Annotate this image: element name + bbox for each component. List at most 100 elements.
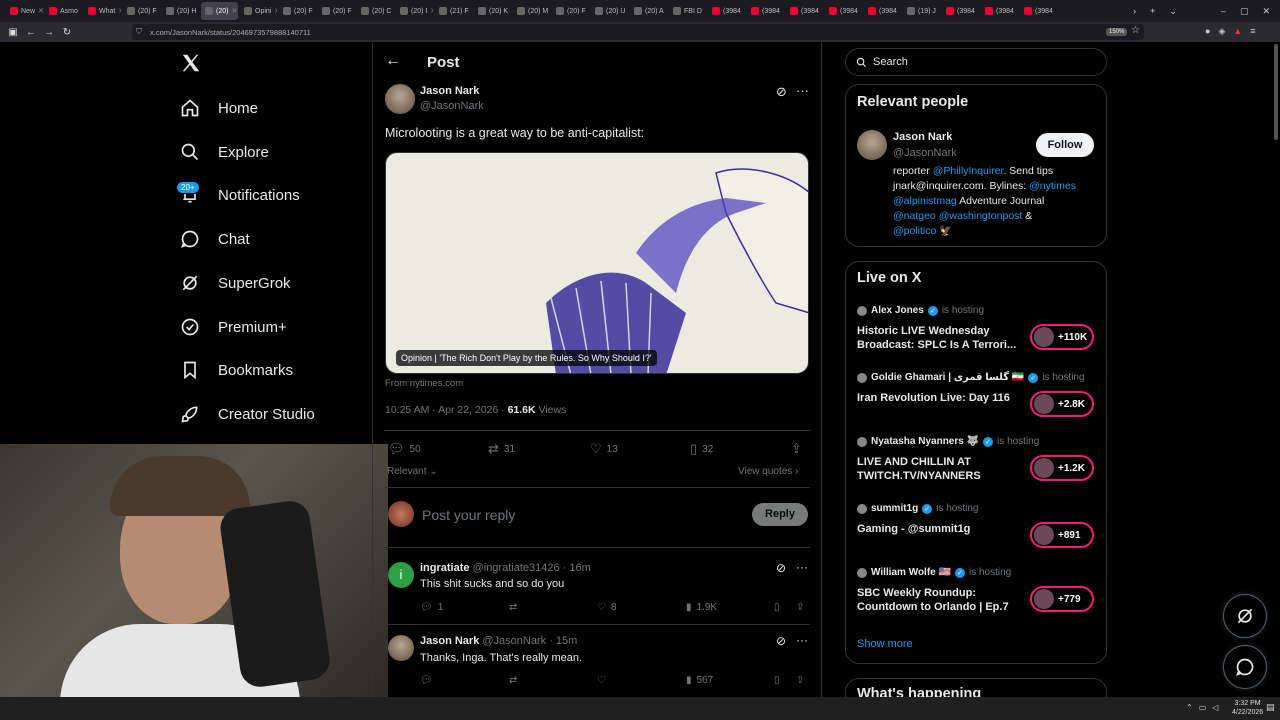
repost-action[interactable]: ⇄ <box>509 675 517 686</box>
sidebar-item-explore[interactable]: Explore <box>178 137 269 167</box>
reply-author-name[interactable]: Jason Nark <box>420 635 479 647</box>
avatar[interactable] <box>385 84 415 114</box>
more-icon[interactable]: ··· <box>796 560 808 574</box>
browser-tab[interactable]: Asmo✕ <box>45 2 82 20</box>
tab-close-icon[interactable]: ✕ <box>822 7 823 15</box>
bookmark-action[interactable]: ▯ <box>774 602 780 613</box>
reply-author-handle[interactable]: @ingratiate31426 <box>473 562 560 574</box>
reload-icon[interactable]: ↻ <box>58 27 76 38</box>
minimize-icon[interactable]: – <box>1221 6 1226 16</box>
browser-tab[interactable]: (20) A✕ <box>630 2 667 20</box>
reply-action[interactable]: 💬︎ 1 <box>420 602 443 613</box>
reply-input[interactable]: Post your reply <box>422 507 515 523</box>
tab-close-icon[interactable]: ✕ <box>939 7 940 15</box>
browser-tab[interactable]: (21) F✕ <box>435 2 472 20</box>
sidebar-item-creator-studio[interactable]: Creator Studio <box>178 399 315 429</box>
browser-tab[interactable]: (3984✕ <box>708 2 745 20</box>
tab-close-icon[interactable]: ✕ <box>118 7 121 15</box>
tab-list-icon[interactable]: ⌄ <box>1169 6 1177 17</box>
star-icon[interactable]: ☆ <box>1131 25 1140 36</box>
like-action[interactable]: ♡ <box>597 675 606 686</box>
forward-icon[interactable]: → <box>40 27 58 38</box>
bio-mention[interactable]: @washingtonpost <box>936 210 1023 222</box>
author-name[interactable]: Jason Nark <box>420 85 479 97</box>
more-icon[interactable]: ··· <box>796 83 809 98</box>
browser-tab[interactable]: (20) F✕ <box>318 2 355 20</box>
tab-close-icon[interactable]: ✕ <box>38 7 43 15</box>
tab-close-icon[interactable]: ✕ <box>1056 7 1057 15</box>
sidebar-item-chat[interactable]: Chat <box>178 224 250 254</box>
avatar[interactable] <box>388 635 414 661</box>
tab-close-icon[interactable]: ✕ <box>900 7 901 15</box>
bio-mention[interactable]: @alpinistmag <box>893 195 957 207</box>
network-icon[interactable]: ▭ <box>1199 703 1207 712</box>
back-icon[interactable]: ← <box>22 27 40 38</box>
like-action[interactable]: ♡ 8 <box>597 602 617 613</box>
tab-close-icon[interactable]: ✕ <box>231 7 237 15</box>
sidebar-toggle-icon[interactable]: ▣ <box>4 27 22 38</box>
more-icon[interactable]: ··· <box>796 633 808 647</box>
avatar[interactable]: i <box>388 562 414 588</box>
browser-tab[interactable]: (20) K✕ <box>474 2 511 20</box>
timestamp-text[interactable]: 10:25 AM · Apr 22, 2026 · <box>385 404 508 416</box>
tab-close-icon[interactable]: ✕ <box>705 7 706 15</box>
tab-scroll-right-icon[interactable]: › <box>1133 6 1136 16</box>
tab-close-icon[interactable]: ✕ <box>861 7 862 15</box>
browser-tab[interactable]: (20) C✕ <box>357 2 394 20</box>
person-name[interactable]: Jason Nark <box>893 131 952 143</box>
live-listener-count[interactable]: +2.8K <box>1030 391 1094 417</box>
live-listener-count[interactable]: +891 <box>1030 522 1094 548</box>
repost-action[interactable]: ⇄ 31 <box>488 441 515 457</box>
tab-close-icon[interactable]: ✕ <box>1017 7 1018 15</box>
like-action[interactable]: ♡ 13 <box>590 441 618 457</box>
close-icon[interactable]: ✕ <box>1262 6 1270 17</box>
tray-chevron-icon[interactable]: ⌃ <box>1186 703 1193 712</box>
tab-close-icon[interactable]: ✕ <box>430 7 433 15</box>
live-listener-count[interactable]: +110K <box>1030 324 1094 350</box>
browser-tab[interactable]: (20) H✕ <box>162 2 199 20</box>
card-source[interactable]: From nytimes.com <box>385 378 463 389</box>
sidebar-item-home[interactable]: Home <box>178 93 258 123</box>
chat-fab-button[interactable] <box>1223 645 1267 689</box>
reply-time[interactable]: 16m <box>569 562 590 574</box>
browser-tab[interactable]: (3984✕ <box>747 2 784 20</box>
reply-author-handle[interactable]: @JasonNark <box>482 635 546 647</box>
sort-dropdown[interactable]: Relevant ⌄ <box>387 466 438 477</box>
sidebar-item-supergrok[interactable]: SuperGrok <box>178 268 291 298</box>
grok-icon[interactable]: ⊘ <box>776 561 786 575</box>
tab-close-icon[interactable]: ✕ <box>81 7 82 15</box>
extension-icon[interactable]: ▲ <box>1233 26 1242 37</box>
share-action[interactable]: ⇪ <box>796 602 804 613</box>
back-arrow-icon[interactable]: ← <box>385 52 401 70</box>
browser-tab[interactable]: (3984✕ <box>786 2 823 20</box>
bookmark-action[interactable]: ▯ 32 <box>690 441 713 457</box>
person-handle[interactable]: @JasonNark <box>893 147 957 159</box>
bio-mention[interactable]: @politico <box>893 225 936 237</box>
volume-icon[interactable]: ◁ <box>1212 703 1218 712</box>
zoom-level-badge[interactable]: 150% <box>1106 28 1128 36</box>
reply-author-name[interactable]: ingratiate <box>420 562 470 574</box>
browser-tab[interactable]: Opini✕ <box>240 2 277 20</box>
views-action[interactable]: ▮ 1.9K <box>686 602 717 613</box>
follow-button[interactable]: Follow <box>1036 133 1094 157</box>
views-action[interactable]: ▮ 567 <box>686 675 713 686</box>
browser-tab[interactable]: (20) M✕ <box>513 2 550 20</box>
page-scrollbar[interactable] <box>1274 44 1278 140</box>
view-quotes-link[interactable]: View quotes › <box>738 466 798 477</box>
grok-icon[interactable]: ⊘ <box>776 84 787 100</box>
live-listener-count[interactable]: +779 <box>1030 586 1094 612</box>
reply-action[interactable]: 💬︎ <box>420 675 433 686</box>
bio-mention[interactable]: @PhillyInquirer <box>933 165 1004 177</box>
extensions-icon[interactable]: ◈ <box>1218 26 1225 37</box>
reply-time[interactable]: 15m <box>556 635 577 647</box>
maximize-icon[interactable]: ▢ <box>1240 6 1249 17</box>
reply-action[interactable]: 💬︎ 50 <box>388 441 421 457</box>
sidebar-item-premium[interactable]: Premium+ <box>178 312 287 342</box>
x-logo-icon[interactable] <box>180 52 202 76</box>
menu-icon[interactable]: ≡ <box>1250 26 1255 37</box>
notification-center-icon[interactable]: ▤ <box>1266 702 1275 713</box>
grok-icon[interactable]: ⊘ <box>776 634 786 648</box>
browser-tab[interactable]: FBI D✕ <box>669 2 706 20</box>
browser-tab[interactable]: (20) F✕ <box>123 2 160 20</box>
browser-tab[interactable]: (3984✕ <box>942 2 979 20</box>
